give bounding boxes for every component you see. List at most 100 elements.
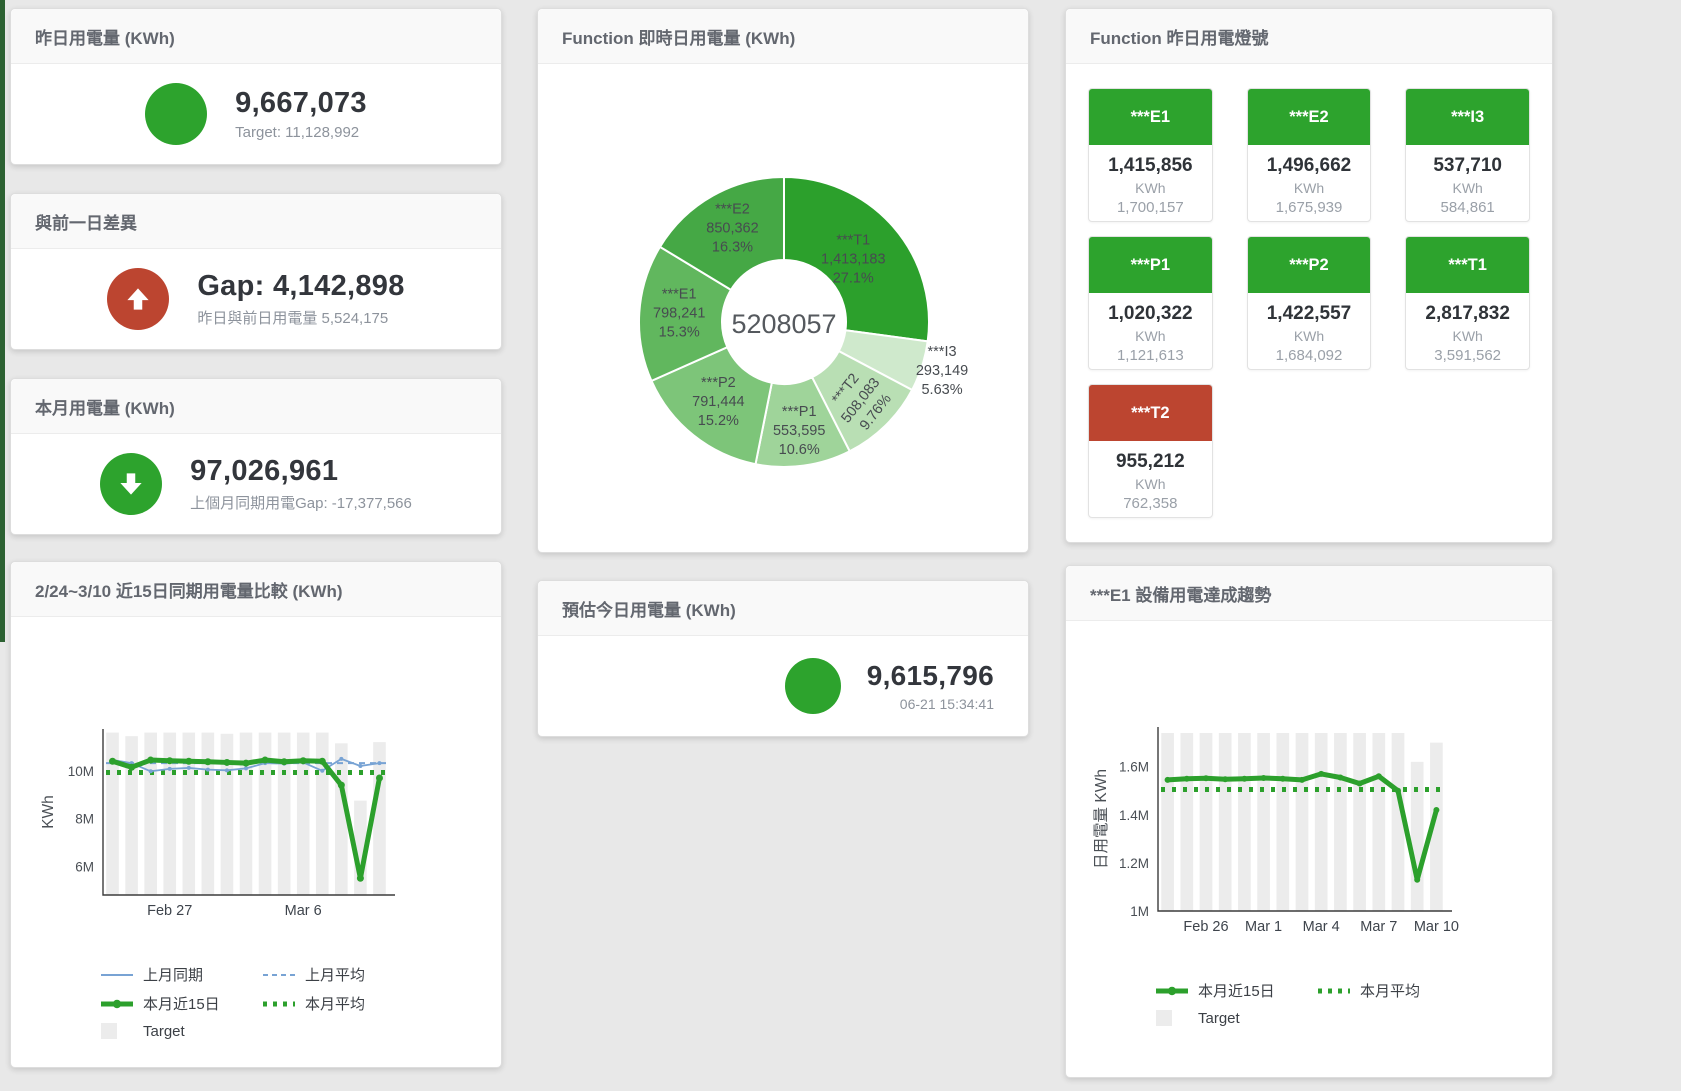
svg-text:798,241: 798,241 [653, 305, 705, 321]
yesterday-usage-target: Target: 11,128,992 [235, 124, 367, 141]
data-point [319, 758, 326, 765]
x-axis-tick: Feb 27 [147, 903, 192, 919]
sidebar-edge [0, 0, 5, 642]
light-tile-E1: ***E11,415,856KWh1,700,157 [1088, 88, 1213, 222]
tile-value: 2,817,832 [1406, 303, 1529, 325]
panel-header-e1-trend[interactable]: ***E1 設備用電達成趨勢 [1066, 566, 1552, 621]
svg-text:27.1%: 27.1% [833, 270, 874, 286]
target-bar [1219, 733, 1232, 911]
svg-text:553,595: 553,595 [773, 423, 825, 439]
chart-legend: 上月同期上月平均本月近15日本月平均Target [99, 964, 501, 1040]
light-tile-header: ***T2 [1089, 385, 1212, 441]
day-gap-subtitle: 昨日與前日用電量 5,524,175 [197, 307, 404, 328]
data-point [166, 757, 173, 764]
legend-item-本月平均[interactable]: 本月平均 [1316, 980, 1478, 1001]
donut-center-total: 5208057 [731, 309, 836, 339]
tile-value: 1,422,557 [1248, 303, 1371, 325]
data-point [1395, 788, 1401, 794]
legend-item-Target[interactable]: Target [1154, 1009, 1316, 1027]
panel-title: 本月用電量 (KWh) [35, 394, 175, 419]
data-point [1414, 877, 1420, 883]
data-point [358, 764, 362, 768]
panel-forecast-today: 預估今日用電量 (KWh) 9,615,796 06-21 15:34:41 [537, 580, 1029, 737]
light-tile-header: ***T1 [1406, 237, 1529, 293]
tile-target-value: 3,591,562 [1406, 347, 1529, 364]
light-tile-T2: ***T2955,212KWh762,358 [1088, 384, 1213, 518]
panel-usage-lights: Function 昨日用電燈號 ***E1 1,415,856 KWh 1,700,1… [1065, 8, 1553, 543]
x-axis-tick: Mar 10 [1414, 919, 1459, 935]
panel-e1-trend: ***E1 設備用電達成趨勢 1M1.2M1.4M1.6MFeb 26Mar 1… [1065, 565, 1553, 1078]
tile-value: 537,710 [1406, 155, 1529, 177]
panel-header-forecast-today[interactable]: 預估今日用電量 (KWh) [538, 581, 1028, 636]
target-bar [1353, 733, 1366, 911]
data-point [149, 769, 153, 773]
target-bar [183, 733, 196, 895]
svg-text:***E2: ***E2 [715, 202, 750, 218]
panel-header-yesterday-usage[interactable]: 昨日用電量 (KWh) [11, 9, 501, 64]
data-point [243, 760, 250, 767]
legend-item-Target[interactable]: Target [99, 1022, 261, 1040]
realtime-usage-donut[interactable]: ***T11,413,18327.1%***I3293,1495.63%***T… [538, 64, 1030, 534]
panel-header-realtime-donut[interactable]: Function 即時日用電量 (KWh) [538, 9, 1028, 64]
data-point [1376, 773, 1382, 779]
panel-title: 昨日用電量 (KWh) [35, 24, 175, 49]
data-point [1337, 775, 1343, 781]
target-bar [1411, 762, 1424, 911]
legend-item-本月近15日[interactable]: 本月近15日 [1154, 980, 1316, 1001]
data-point [1357, 781, 1363, 787]
legend-item-上月平均[interactable]: 上月平均 [261, 964, 423, 985]
panel-header-day-gap[interactable]: 與前一日差異 [11, 194, 501, 249]
tile-unit: KWh [1089, 476, 1212, 492]
tile-value: 1,415,856 [1089, 155, 1212, 177]
line-chart-plot[interactable]: 1M1.2M1.4M1.6MFeb 26Mar 1Mar 4Mar 7Mar 1… [1066, 621, 1552, 973]
target-bar [1276, 733, 1289, 911]
target-bar [1334, 733, 1347, 911]
data-point [300, 757, 307, 764]
target-bar [163, 733, 176, 895]
data-point [204, 758, 211, 765]
svg-text:5.63%: 5.63% [921, 382, 962, 398]
legend-label: Target [143, 1023, 185, 1040]
legend-item-上月同期[interactable]: 上月同期 [99, 964, 261, 985]
data-point [1299, 777, 1305, 783]
legend-swatch [1316, 982, 1352, 1000]
legend-row: 上月同期上月平均 [99, 964, 501, 985]
legend-item-本月近15日[interactable]: 本月近15日 [99, 993, 261, 1014]
x-axis-tick: Mar 7 [1360, 919, 1397, 935]
tile-unit: KWh [1248, 180, 1371, 196]
tile-target-value: 1,700,157 [1089, 199, 1212, 216]
legend-swatch [261, 966, 297, 984]
panel-title: 與前一日差異 [35, 209, 137, 234]
target-bar [106, 733, 119, 895]
svg-text:***T1: ***T1 [836, 232, 870, 248]
donut-chart-body: ***T11,413,18327.1%***I3293,1495.63%***T… [538, 64, 1028, 552]
data-point [244, 766, 248, 770]
panel-month-usage: 本月用電量 (KWh) 97,026,961 上個月同期用電Gap: -17,3… [10, 378, 502, 535]
line-chart-plot[interactable]: 6M8M10MFeb 27Mar 6KWh [11, 617, 501, 957]
target-bar [202, 733, 215, 895]
data-point [376, 774, 383, 781]
light-tile-header: ***E2 [1248, 89, 1371, 145]
legend-swatch [99, 966, 135, 984]
target-bar [125, 736, 138, 895]
panel-header-usage-lights[interactable]: Function 昨日用電燈號 [1066, 9, 1552, 64]
legend-swatch [99, 1022, 135, 1040]
status-circle-icon [145, 83, 207, 145]
data-point [357, 875, 364, 882]
data-point [185, 758, 192, 765]
legend-row: 本月近15日本月平均 [99, 993, 501, 1014]
legend-swatch [99, 995, 135, 1013]
target-bar [221, 734, 234, 895]
light-tile-E2: ***E21,496,662KWh1,675,939 [1247, 88, 1372, 222]
data-point [338, 782, 345, 789]
panel-header-compare-chart[interactable]: 2/24~3/10 近15日同期用電量比較 (KWh) [11, 562, 501, 617]
target-bar [240, 733, 253, 895]
legend-item-本月平均[interactable]: 本月平均 [261, 993, 423, 1014]
panel-header-month-usage[interactable]: 本月用電量 (KWh) [11, 379, 501, 434]
legend-row: Target [99, 1022, 501, 1040]
tile-unit: KWh [1089, 328, 1212, 344]
legend-swatch [1154, 1009, 1190, 1027]
tile-unit: KWh [1406, 180, 1529, 196]
light-tile-header: ***E1 [1089, 89, 1212, 145]
tile-target-value: 1,675,939 [1248, 199, 1371, 216]
